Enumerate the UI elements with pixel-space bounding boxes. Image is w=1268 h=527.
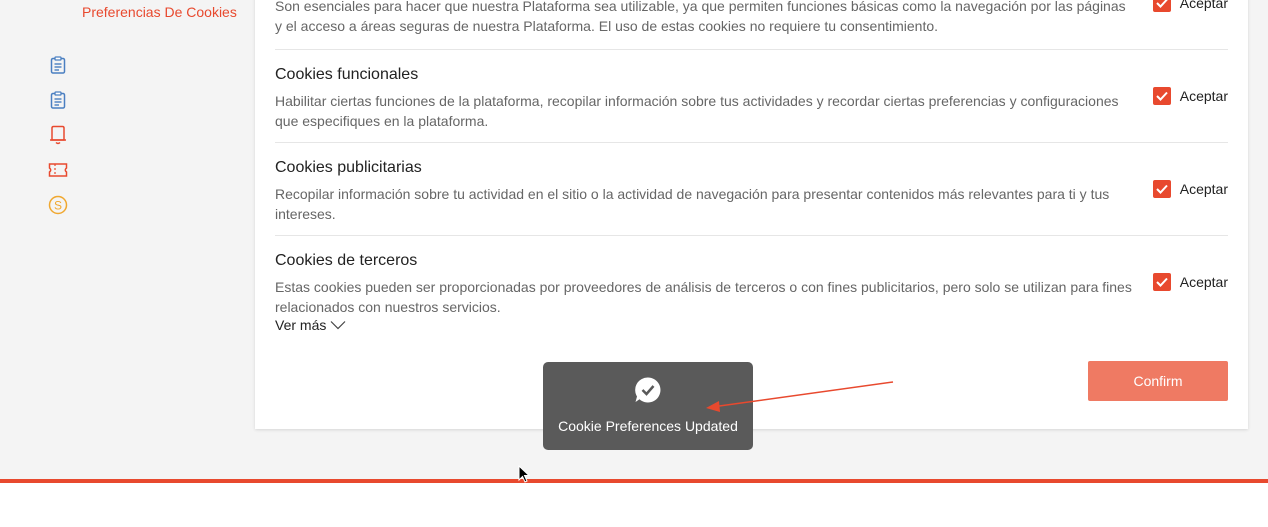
mouse-cursor-icon: [518, 465, 531, 483]
annotation-arrow: [706, 381, 894, 412]
footer: [0, 483, 1268, 527]
